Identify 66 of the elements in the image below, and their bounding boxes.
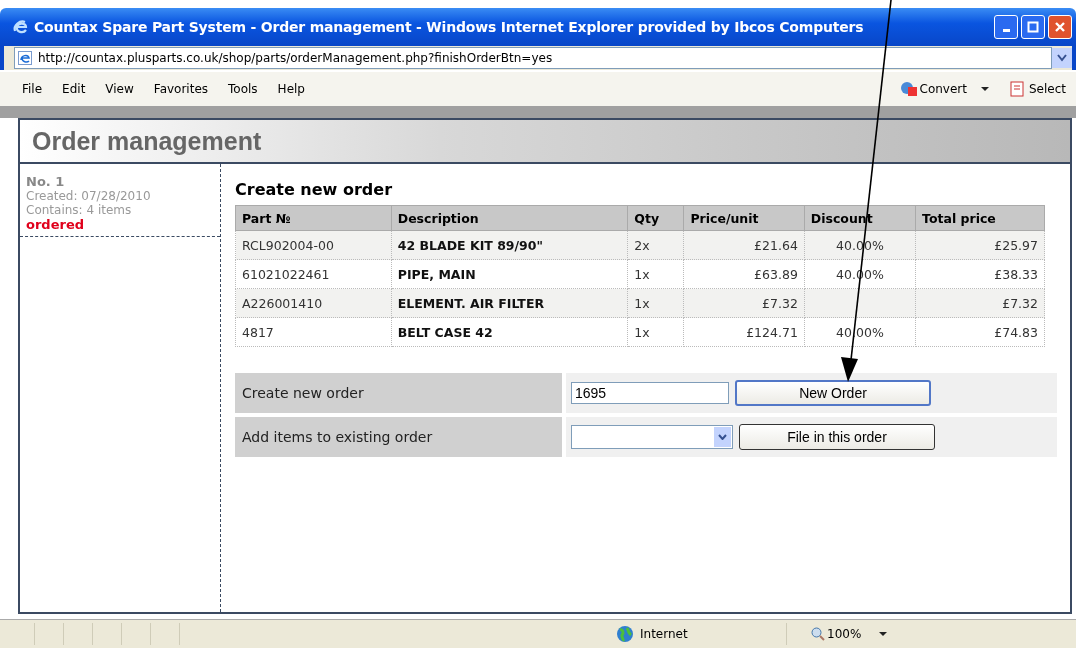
- table-cell: £21.64: [754, 237, 798, 253]
- minimize-icon: [1002, 29, 1010, 32]
- order-select[interactable]: [571, 425, 733, 449]
- menu-item[interactable]: Help: [277, 82, 305, 96]
- caret-icon[interactable]: [879, 631, 888, 637]
- address-field[interactable]: http://countax.plusparts.co.uk/shop/parts/orderManagement.php?finishOrderBtn=yes: [14, 47, 1052, 69]
- minimize-button[interactable]: [994, 15, 1018, 39]
- dropdown-button[interactable]: [1052, 48, 1072, 68]
- magnifier-icon: [811, 627, 825, 641]
- maximize-icon: [1027, 21, 1039, 33]
- section-title: Create new order: [235, 180, 394, 199]
- zoom-button[interactable]: 100%: [811, 627, 862, 641]
- window-title: Countax Spare Part System - Order management - Windows Internet Explorer provided by Ibcos Computers: [34, 19, 864, 35]
- order-date: Created: 07/28/2010: [26, 189, 152, 203]
- column-header: Description: [391, 205, 628, 231]
- table-cell: BELT CASE 42: [397, 324, 493, 340]
- menu-item[interactable]: File: [22, 82, 43, 96]
- browser-logo-icon: [12, 18, 30, 36]
- column-header: Price/unit: [683, 205, 805, 231]
- table-cell: ELEMENT. AIR FILTER: [397, 295, 545, 311]
- table-cell: RCL902004-00: [242, 237, 334, 253]
- column-header: Total price: [915, 205, 1045, 231]
- table-cell: PIPE, MAIN: [397, 266, 476, 282]
- page-icon: [18, 51, 32, 65]
- table-cell: £38.33: [994, 266, 1038, 282]
- globe-icon: [616, 625, 634, 643]
- form-button[interactable]: File in this order: [739, 424, 935, 450]
- menu-item[interactable]: Favorites: [153, 82, 209, 96]
- table-cell: 1x: [634, 295, 650, 311]
- form-button[interactable]: New Order: [735, 380, 931, 406]
- page-title: Order management: [32, 126, 262, 156]
- menu-item[interactable]: View: [105, 82, 134, 96]
- table-cell: 61021022461: [242, 266, 330, 282]
- table-cell: £7.32: [1002, 295, 1038, 311]
- toolbar-button[interactable]: Convert: [899, 81, 967, 97]
- chevron-icon: [718, 434, 727, 440]
- document-icon: [1008, 81, 1027, 97]
- caret-icon[interactable]: [980, 86, 989, 92]
- table-cell: £7.32: [762, 295, 798, 311]
- close-icon: [1054, 21, 1066, 33]
- order-number[interactable]: No. 1: [26, 174, 214, 189]
- toolbar-button[interactable]: Select: [1008, 81, 1066, 97]
- order-number-field[interactable]: 1695: [571, 382, 729, 404]
- menu-item[interactable]: Edit: [62, 82, 86, 96]
- table-cell: 1x: [634, 324, 650, 340]
- table-cell: £63.89: [754, 266, 798, 282]
- table-cell: £74.83: [994, 324, 1038, 340]
- chevron-icon: [1057, 54, 1067, 62]
- maximize-button[interactable]: [1021, 15, 1045, 39]
- table-cell: 1x: [634, 266, 650, 282]
- table-cell: 42 BLADE KIT 89/90": [397, 237, 544, 253]
- table-cell: 4817: [242, 324, 274, 340]
- table-cell: 2x: [634, 237, 650, 253]
- form-label: Add items to existing order: [235, 417, 562, 457]
- table-cell: A226001410: [242, 295, 323, 311]
- zone-label: Internet: [640, 627, 688, 641]
- menu-item[interactable]: Tools: [228, 82, 258, 96]
- column-header: Part №: [235, 205, 392, 231]
- column-header: Qty: [627, 205, 684, 231]
- close-button[interactable]: [1048, 15, 1072, 39]
- form-label: Create new order: [235, 373, 562, 413]
- table-cell: £124.71: [746, 324, 798, 340]
- order-count: Contains: 4 items: [26, 203, 133, 217]
- table-cell: £25.97: [994, 237, 1038, 253]
- order-status: ordered: [26, 217, 85, 232]
- convert-icon: [899, 81, 918, 97]
